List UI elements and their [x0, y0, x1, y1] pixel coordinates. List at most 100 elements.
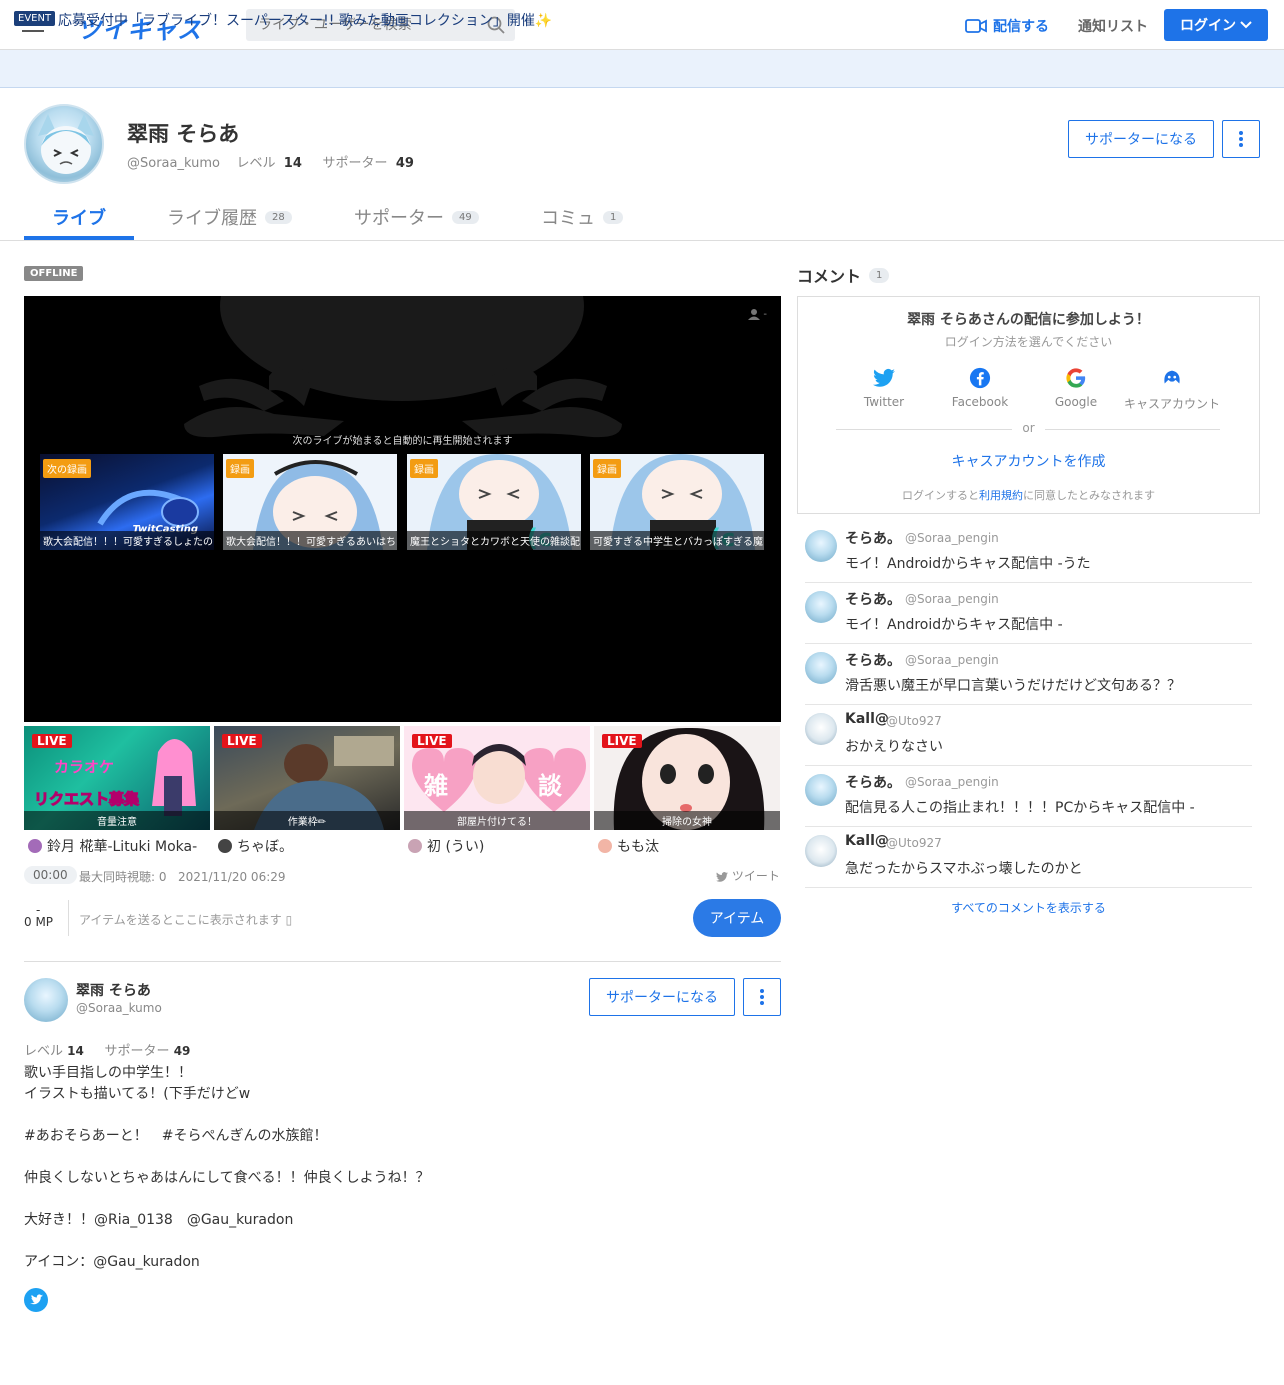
- live-thumbnail[interactable]: 雑 談 LIVE 部屋片付けてる！: [404, 726, 590, 830]
- avatar[interactable]: [805, 591, 837, 623]
- create-account-link[interactable]: キャスアカウントを作成: [798, 451, 1259, 471]
- recording-badge: 次の録画: [43, 459, 91, 478]
- bio-line[interactable]: 大好き！！@Ria_0138 @Gau_kuradon: [24, 1210, 781, 1231]
- more-options-button[interactable]: [743, 978, 781, 1016]
- tab-live[interactable]: ライブ: [52, 204, 106, 230]
- comment-item: そらあ。 @Soraa_pengin モイ！Androidからキャス配信中 -う…: [805, 522, 1252, 583]
- bio-line: 歌い手目指しの中学生！！: [24, 1065, 192, 1081]
- recording-badge: 録画: [593, 459, 621, 478]
- tab-count: 1: [603, 210, 624, 224]
- become-supporter-button[interactable]: サポーターになる: [589, 978, 735, 1016]
- tab-label: サポーター: [354, 208, 444, 229]
- avatar[interactable]: [24, 978, 68, 1022]
- recording-thumbnail[interactable]: (c 録画 魔王とショタとカワボと天使の雑談配: [407, 454, 581, 550]
- person-icon: [748, 309, 761, 320]
- login-twitter-button[interactable]: Twitter: [834, 367, 934, 409]
- avatar[interactable]: [805, 774, 837, 806]
- live-badge: LIVE: [412, 734, 452, 748]
- comment-author[interactable]: そらあ。: [845, 528, 901, 548]
- comment-author[interactable]: そらあ。: [845, 772, 901, 792]
- supporter-label: サポーター: [322, 156, 388, 171]
- show-all-comments-link[interactable]: すべてのコメントを表示する: [805, 899, 1252, 916]
- time-chip: 00:00: [24, 866, 77, 884]
- avatar[interactable]: [805, 530, 837, 562]
- item-button[interactable]: アイテム: [693, 899, 781, 937]
- tab-count: 28: [265, 210, 292, 224]
- item-hint: アイテムを送るとここに表示されます ▯: [79, 911, 292, 928]
- bio-line[interactable]: アイコン：@Gau_kuradon: [24, 1252, 781, 1273]
- profile-tabs: ライブ ライブ履歴 28 サポーター 49 コミュ 1: [0, 196, 1284, 241]
- avatar[interactable]: [805, 835, 837, 867]
- comment-handle: @Soraa_pengin: [905, 592, 999, 606]
- live-caption: 音量注意: [24, 811, 210, 830]
- recording-thumbnail[interactable]: TwitCasting 次の録画 歌大会配信！！！可愛すぎるしょたの: [40, 454, 214, 550]
- video-player[interactable]: - 次のライブが始まると自動的に再生開始されます TwitCasting 次の録…: [24, 296, 781, 722]
- tab-community[interactable]: コミュ 1: [541, 204, 624, 230]
- comment-item: そらあ。 @Soraa_pengin モイ！Androidからキャス配信中 -: [805, 583, 1252, 644]
- live-thumbnail[interactable]: LIVE 作業枠✏: [214, 726, 400, 830]
- more-options-button[interactable]: [1222, 120, 1260, 158]
- login-cas-account-button[interactable]: キャスアカウント: [1122, 367, 1222, 412]
- live-badge: LIVE: [602, 734, 642, 748]
- chat-art-char: 雑: [424, 772, 448, 800]
- event-banner[interactable]: [0, 50, 1284, 88]
- chat-art-char: 談: [538, 772, 562, 800]
- profile-card-name[interactable]: 翠雨 そらあ: [76, 980, 151, 1000]
- recording-badge: 録画: [410, 459, 438, 478]
- tab-count: 49: [452, 210, 479, 224]
- recording-thumbnail[interactable]: 録画 歌大会配信！！！可愛すぎるあいはち: [223, 454, 397, 550]
- comment-author[interactable]: そらあ。: [845, 650, 901, 670]
- avatar-art: [38, 114, 94, 174]
- live-thumbnail[interactable]: カラオケ リクエスト募集 LIVE 音量注意: [24, 726, 210, 830]
- comment-author[interactable]: Kall@: [845, 833, 889, 849]
- avatar[interactable]: [805, 652, 837, 684]
- comment-handle: @Soraa_pengin: [905, 653, 999, 667]
- twitter-profile-link[interactable]: [24, 1288, 48, 1312]
- supporter-label: サポーター: [104, 1044, 170, 1059]
- mp-value: 0 MP: [24, 915, 54, 929]
- avatar[interactable]: [24, 104, 104, 184]
- live-caption: 掃除の女神: [594, 811, 780, 830]
- comment-item: そらあ。 @Soraa_pengin 配信見る人この指止まれ！！！！PCからキャ…: [805, 766, 1252, 827]
- mp-dash: -: [36, 903, 41, 917]
- live-user[interactable]: 初 (うい): [408, 836, 484, 856]
- live-username: 鈴月 椛華-Lituki Moka-: [47, 839, 198, 855]
- bio-line[interactable]: #あおそらあーと！ #そらぺんぎんの水族館！: [24, 1126, 781, 1147]
- broadcast-label: 配信する: [993, 19, 1049, 35]
- bio-line: [24, 1189, 781, 1210]
- tweet-label: ツイート: [731, 869, 780, 883]
- login-google-button[interactable]: Google: [1026, 367, 1126, 409]
- login-prompt-box: 翠雨 そらあさんの配信に参加しよう！ ログイン方法を選んでください Twitte…: [797, 296, 1260, 514]
- live-user[interactable]: 鈴月 椛華-Lituki Moka-: [28, 836, 197, 856]
- become-supporter-button[interactable]: サポーターになる: [1068, 120, 1214, 158]
- comment-text: 急だったからスマホぶっ壊したのかと: [845, 861, 1083, 877]
- tweet-link[interactable]: ツイート: [716, 867, 780, 884]
- comments-title-text: コメント: [797, 267, 862, 286]
- broadcast-button[interactable]: 配信する: [965, 16, 1049, 36]
- event-text[interactable]: 応募受付中「ラブライブ！スーパースター!! 歌みた動画コレクション」開催✨: [58, 10, 552, 30]
- profile-card-handle: @Soraa_kumo: [76, 1001, 162, 1015]
- bio-line: [24, 1231, 781, 1252]
- tab-supporters[interactable]: サポーター 49: [354, 204, 479, 230]
- tab-live-history[interactable]: ライブ履歴 28: [167, 204, 292, 230]
- login-facebook-button[interactable]: Facebook: [930, 367, 1030, 409]
- comment-author[interactable]: そらあ。: [845, 589, 901, 609]
- comment-author[interactable]: Kall@: [845, 711, 889, 727]
- live-thumbnail[interactable]: LIVE 掃除の女神: [594, 726, 780, 830]
- tab-label: ライブ: [52, 208, 106, 229]
- live-user[interactable]: ちゃぼ。: [218, 836, 293, 856]
- comment-item: Kall@ @Uto927 おかえりなさい: [805, 705, 1252, 766]
- live-user[interactable]: もも汰: [598, 836, 659, 856]
- avatar[interactable]: [805, 713, 837, 745]
- terms-suffix: に同意したとみなされます: [1023, 489, 1155, 502]
- notification-list-link[interactable]: 通知リスト: [1078, 16, 1148, 36]
- login-button[interactable]: ログイン: [1164, 9, 1268, 41]
- event-badge: EVENT: [14, 11, 56, 26]
- item-hint-text: アイテムを送るとここに表示されます: [79, 913, 282, 927]
- chevron-down-icon: [1240, 21, 1252, 29]
- stream-date: 2021/11/20 06:29: [177, 870, 286, 884]
- recording-thumbnail[interactable]: (c 録画 可愛すぎる中学生とバカっぽすぎる魔: [590, 454, 764, 550]
- divider: [24, 961, 781, 962]
- terms-link[interactable]: 利用規約: [979, 489, 1023, 502]
- comment-text: モイ！Androidからキャス配信中 -うた: [845, 556, 1091, 572]
